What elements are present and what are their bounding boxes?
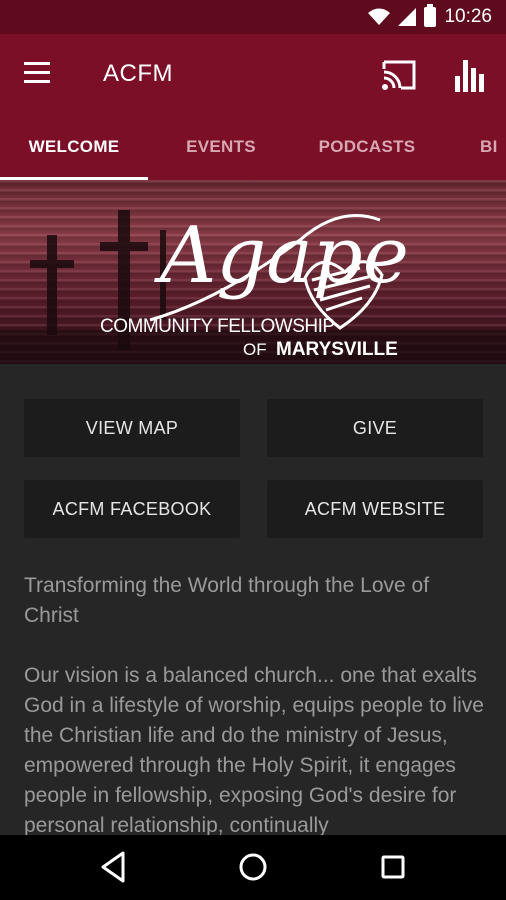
home-icon[interactable]	[233, 849, 273, 885]
recents-icon[interactable]	[373, 849, 413, 885]
church-logo: Agape COMMUNITY FELLOWSHIP OF MARYSVILLE	[0, 210, 506, 364]
system-nav-bar	[0, 835, 506, 900]
app-title: ACFM	[103, 60, 173, 87]
back-icon[interactable]	[93, 849, 133, 885]
equalizer-icon[interactable]	[453, 58, 489, 92]
logo-script: Agape	[154, 211, 409, 301]
acfm-facebook-button[interactable]: ACFM FACEBOOK	[24, 480, 240, 538]
tab-welcome[interactable]: WELCOME	[0, 116, 148, 180]
status-bar: 10:26	[0, 0, 506, 34]
tab-podcasts[interactable]: PODCASTS	[294, 116, 440, 180]
status-time: 10:26	[444, 6, 492, 27]
hamburger-menu-icon[interactable]	[24, 62, 56, 88]
signal-icon	[398, 8, 417, 26]
status-icons: 10:26	[368, 0, 492, 34]
give-button[interactable]: GIVE	[267, 399, 483, 457]
cast-icon[interactable]	[381, 59, 417, 91]
acfm-website-button[interactable]: ACFM WEBSITE	[267, 480, 483, 538]
tab-bar: WELCOME EVENTS PODCASTS BI	[0, 116, 506, 180]
view-map-button[interactable]: VIEW MAP	[24, 399, 240, 457]
tab-bible[interactable]: BI	[480, 116, 506, 180]
logo-line1: COMMUNITY FELLOWSHIP	[100, 316, 335, 337]
logo-line2-name: MARYSVILLE	[276, 339, 398, 360]
app-bar: ACFM	[0, 34, 506, 116]
battery-icon	[424, 4, 437, 27]
content-area: VIEW MAP GIVE ACFM FACEBOOK ACFM WEBSITE…	[0, 364, 506, 835]
hero-banner: Agape COMMUNITY FELLOWSHIP OF MARYSVILLE	[0, 180, 506, 364]
vision-text: Our vision is a balanced church... one t…	[24, 664, 484, 835]
wifi-icon	[368, 8, 391, 25]
tagline-text: Transforming the World through the Love …	[24, 574, 430, 627]
tab-events[interactable]: EVENTS	[148, 116, 294, 180]
logo-line2-prefix: OF	[243, 340, 267, 359]
